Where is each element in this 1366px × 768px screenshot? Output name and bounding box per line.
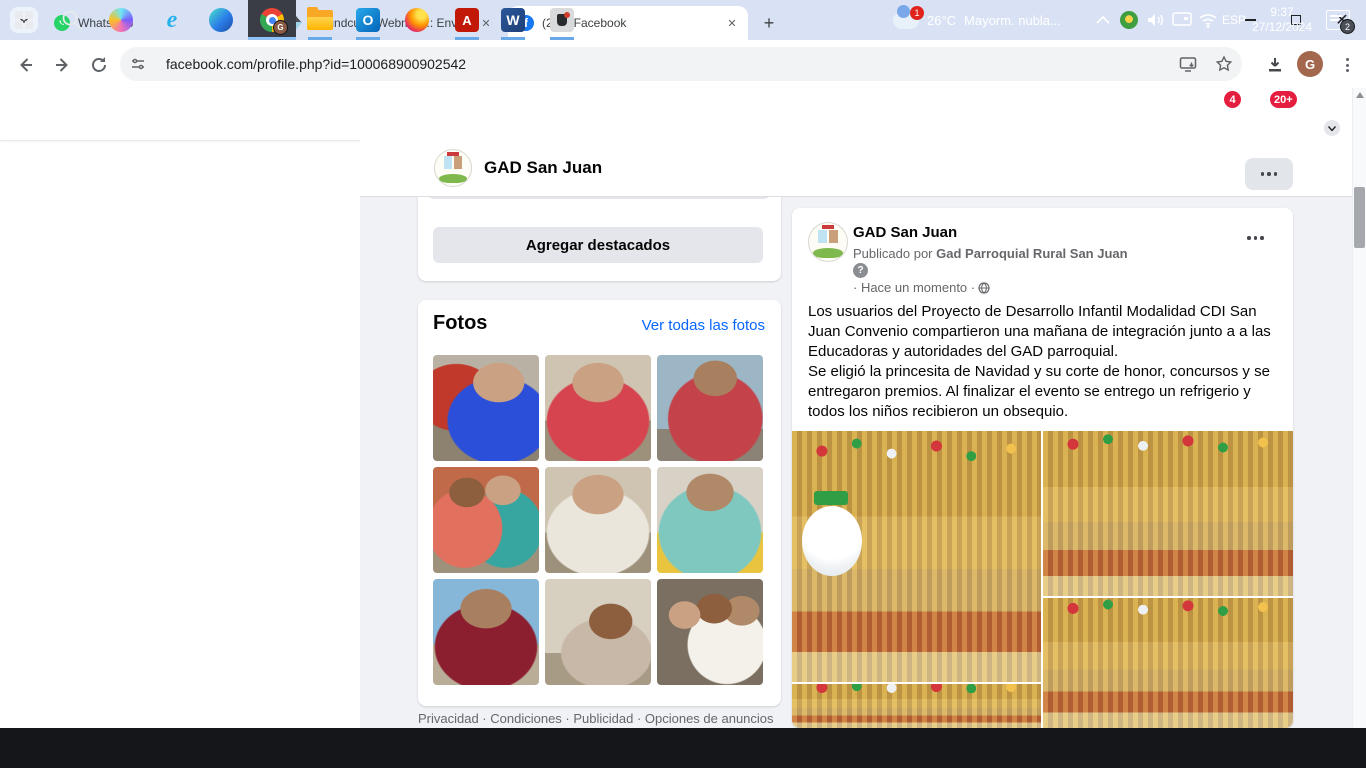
post-photo-collage xyxy=(792,431,1293,728)
page-header-bar: GAD San Juan xyxy=(360,140,1352,197)
add-highlights-button[interactable]: Agregar destacados xyxy=(433,227,763,263)
reload-button[interactable] xyxy=(86,52,112,78)
post-photo[interactable] xyxy=(1043,431,1293,596)
install-icon[interactable] xyxy=(1178,54,1198,74)
tray-volume-icon[interactable] xyxy=(1146,0,1166,40)
weather-cloud-icon: 1 xyxy=(893,12,919,29)
tray-wifi-icon[interactable] xyxy=(1198,0,1218,40)
chevron-up-icon xyxy=(1096,16,1110,24)
forward-button[interactable] xyxy=(50,52,76,78)
scroll-up-arrow[interactable] xyxy=(1356,92,1364,98)
published-prefix: Publicado por xyxy=(853,246,936,261)
post-author-name[interactable]: GAD San Juan xyxy=(853,224,957,241)
back-button[interactable] xyxy=(12,52,38,78)
admin-sidebar xyxy=(0,140,360,728)
url-text[interactable]: facebook.com/profile.php?id=100068900902… xyxy=(166,56,1170,72)
post-photo[interactable] xyxy=(792,431,1041,682)
see-all-photos-link[interactable]: Ver todas las fotos xyxy=(642,317,765,334)
tray-display-icon[interactable] xyxy=(1172,0,1192,40)
downloads-icon[interactable] xyxy=(1262,52,1288,78)
footer-links[interactable]: Privacidad · Condiciones · Publicidad · … xyxy=(418,711,774,726)
taskbar-file-explorer-icon[interactable] xyxy=(296,0,344,40)
photos-grid xyxy=(433,355,763,685)
post-author-avatar[interactable] xyxy=(808,222,848,262)
photo-thumbnail[interactable] xyxy=(545,355,651,461)
page-header-menu-button[interactable] xyxy=(1245,158,1293,190)
taskbar-java-app-icon[interactable] xyxy=(538,0,586,40)
globe-icon xyxy=(978,282,990,294)
tray-antivirus-icon[interactable] xyxy=(1120,0,1138,40)
weather-widget[interactable]: 1 26°C Mayorm. nubla... xyxy=(893,0,1061,40)
browser-profile-avatar[interactable]: G xyxy=(1297,51,1323,77)
photos-title: Fotos xyxy=(433,312,487,335)
language-indicator[interactable]: ESP xyxy=(1222,0,1246,40)
browser-menu-icon[interactable] xyxy=(1334,52,1360,78)
taskbar-acrobat-icon[interactable]: A xyxy=(443,0,491,40)
profile-chevron-icon xyxy=(1322,118,1342,138)
post-body-text: Los usuarios del Proyecto de Desarrollo … xyxy=(808,302,1278,422)
post-photo[interactable] xyxy=(792,684,1041,728)
photos-card: Fotos Ver todas las fotos xyxy=(418,300,781,706)
photo-thumbnail[interactable] xyxy=(433,467,539,573)
photo-thumbnail[interactable] xyxy=(545,467,651,573)
screen: WhatsApp ✕ Roundcube Webmail :: Enviados… xyxy=(0,0,1366,768)
bookmark-star-icon[interactable] xyxy=(1214,54,1234,74)
start-button[interactable] xyxy=(0,0,48,40)
clock-widget[interactable]: 9:37 27/12/2024 xyxy=(1246,0,1318,40)
taskbar-search-button[interactable] xyxy=(48,0,96,40)
help-question-icon[interactable]: ? xyxy=(853,263,868,278)
published-by-page[interactable]: Gad Parroquial Rural San Juan xyxy=(936,246,1127,261)
taskbar-internet-explorer-icon[interactable]: e xyxy=(148,0,196,40)
facebook-navbar xyxy=(0,88,1366,140)
photo-thumbnail[interactable] xyxy=(433,579,539,685)
page-header-name: GAD San Juan xyxy=(484,158,602,178)
wifi-icon xyxy=(1198,12,1218,28)
taskbar-edge-icon[interactable] xyxy=(197,0,245,40)
weather-desc: Mayorm. nubla... xyxy=(964,13,1061,28)
taskbar-copilot-icon[interactable] xyxy=(97,0,145,40)
notifications-badge: 20+ xyxy=(1270,91,1297,108)
clock-time: 9:37 xyxy=(1270,5,1293,19)
post-card: GAD San Juan Publicado por Gad Parroquia… xyxy=(792,208,1293,728)
new-tab-button[interactable]: + xyxy=(756,10,782,36)
post-timestamp[interactable]: · Hace un momento · xyxy=(853,280,990,295)
taskbar-firefox-icon[interactable] xyxy=(393,0,441,40)
taskbar-word-icon[interactable]: W xyxy=(489,0,537,40)
tray-chevron-up[interactable] xyxy=(1096,0,1110,40)
page-scrollbar[interactable] xyxy=(1352,88,1366,728)
address-bar[interactable]: facebook.com/profile.php?id=100068900902… xyxy=(120,47,1242,81)
windows-taskbar xyxy=(0,728,1366,768)
clock-date: 27/12/2024 xyxy=(1252,20,1312,34)
page-header-avatar[interactable] xyxy=(434,149,472,187)
photo-thumbnail[interactable] xyxy=(433,355,539,461)
post-published-by: Publicado por Gad Parroquial Rural San J… xyxy=(853,246,1128,261)
photo-thumbnail[interactable] xyxy=(657,355,763,461)
weather-temp: 26°C xyxy=(927,13,956,28)
search-icon xyxy=(61,9,83,31)
scrollbar-thumb[interactable] xyxy=(1354,187,1365,248)
timestamp-text: · Hace un momento · xyxy=(853,280,975,295)
messenger-badge: 4 xyxy=(1224,91,1241,108)
weather-badge: 1 xyxy=(910,6,924,20)
photo-thumbnail[interactable] xyxy=(657,467,763,573)
notification-center-button[interactable]: 2 xyxy=(1326,0,1350,40)
post-photo[interactable] xyxy=(1043,598,1293,728)
taskbar-outlook-icon[interactable]: O xyxy=(344,0,392,40)
notification-count-badge: 2 xyxy=(1340,19,1355,34)
speaker-icon xyxy=(1146,11,1166,29)
monitor-icon xyxy=(1172,12,1192,28)
notification-icon: 2 xyxy=(1326,10,1350,30)
photo-thumbnail[interactable] xyxy=(657,579,763,685)
site-info-icon[interactable] xyxy=(128,54,148,74)
photo-thumbnail[interactable] xyxy=(545,579,651,685)
taskbar-chrome-icon[interactable]: G xyxy=(248,0,296,40)
post-menu-icon[interactable] xyxy=(1247,236,1264,240)
tab-close-icon[interactable]: ✕ xyxy=(724,15,740,31)
